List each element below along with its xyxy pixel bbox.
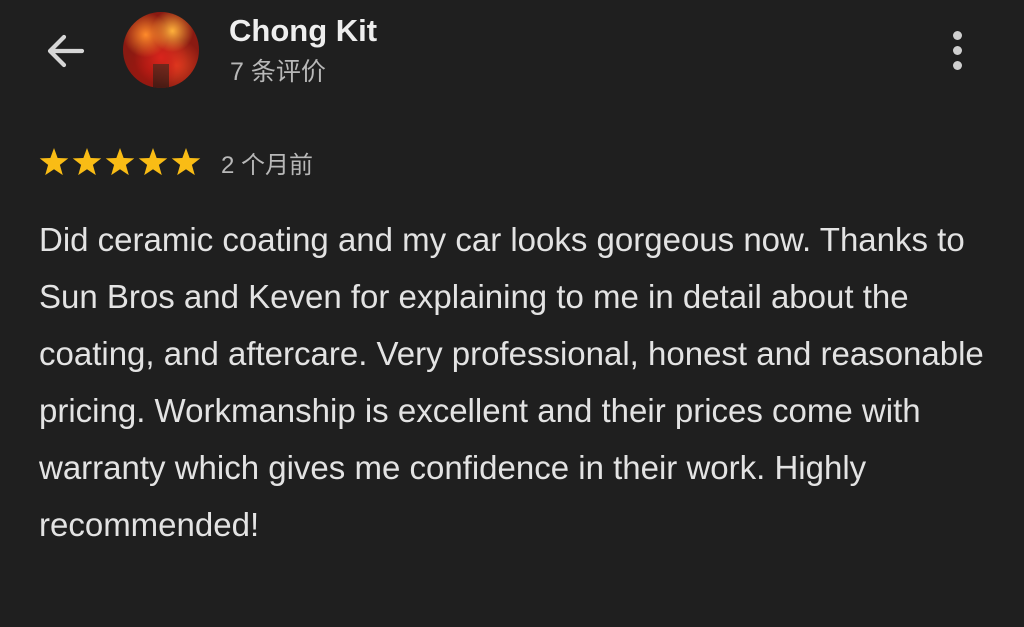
arrow-left-icon [47, 34, 85, 68]
avatar-image-detail [153, 64, 169, 88]
reviewer-review-count: 7 条评价 [230, 58, 326, 86]
more-vertical-icon-dot [952, 60, 962, 70]
more-vertical-icon-dot [952, 45, 962, 55]
star-icon [171, 148, 201, 176]
review-date: 2 个月前 [221, 151, 314, 179]
star-icon [138, 148, 168, 176]
rating-row: 2 个月前 [38, 144, 313, 180]
reviewer-name[interactable]: Chong Kit [229, 13, 377, 49]
star-icon [39, 148, 69, 176]
more-options-button[interactable] [935, 22, 979, 78]
star-icon [72, 148, 102, 176]
back-button[interactable] [38, 26, 94, 76]
review-header: Chong Kit 7 条评价 [0, 0, 1024, 110]
star-rating [38, 146, 202, 178]
more-vertical-icon [952, 30, 962, 40]
avatar[interactable] [123, 12, 199, 88]
review-text: Did ceramic coating and my car looks gor… [39, 221, 984, 543]
star-icon [105, 148, 135, 176]
